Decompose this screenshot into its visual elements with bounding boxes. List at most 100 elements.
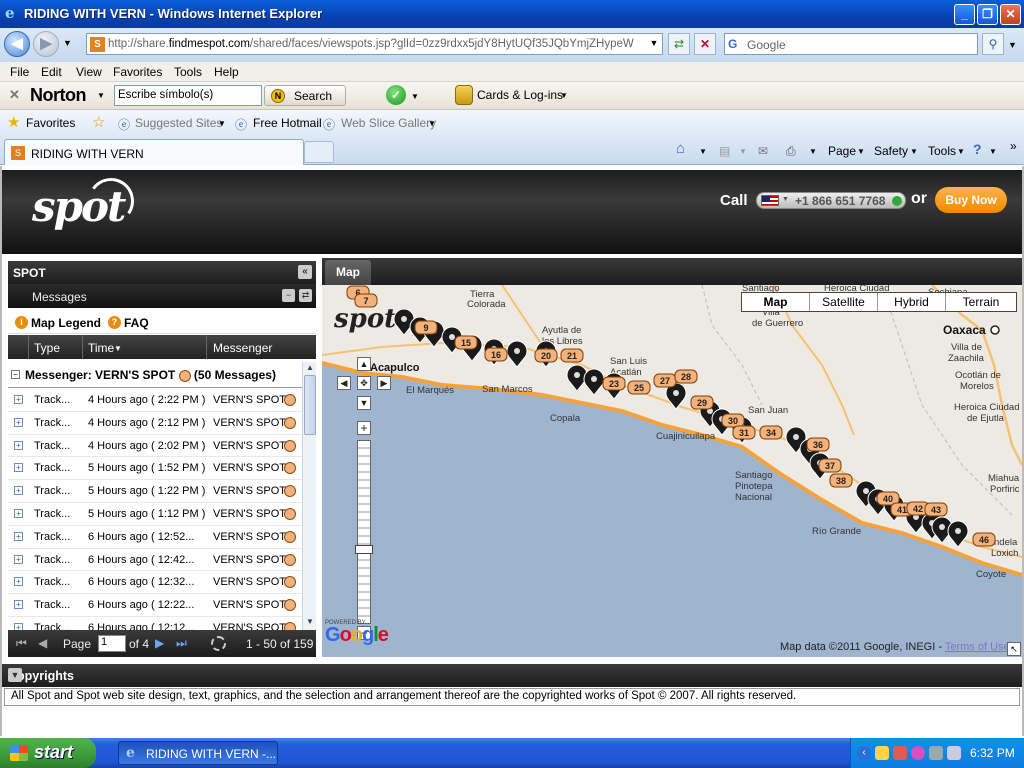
table-row[interactable]: + Track... 4 Hours ago ( 2:02 PM ) VERN'S S… [8,434,302,458]
feeds-icon[interactable]: ▤ [719,144,730,158]
volume-tray-icon[interactable] [929,746,943,760]
google-logo[interactable]: POWERED BY Google [325,620,389,647]
buy-now-button[interactable]: Buy Now [935,187,1007,213]
suggested-sites-link[interactable]: Suggested Sites [135,116,222,130]
taskbar-item-ie[interactable]: e RIDING WITH VERN -... [118,741,278,765]
expand-row-icon[interactable]: + [14,440,23,450]
map-type-map[interactable]: Map [742,293,810,311]
track-marker-label[interactable]: 37 [818,458,842,473]
safety-menu[interactable]: Safety [874,144,908,158]
expand-row-icon[interactable]: + [14,554,23,564]
column-type[interactable]: Type [34,341,60,355]
expand-row-icon[interactable]: + [14,417,23,427]
first-page-icon[interactable]: ⏮ [16,636,27,651]
column-messenger[interactable]: Messenger [213,341,272,355]
track-marker-label[interactable]: 34 [759,425,783,440]
home-icon[interactable]: ⌂ [676,140,685,157]
pan-center-icon[interactable]: ✥ [357,376,371,390]
expand-row-icon[interactable]: + [14,463,23,473]
messenger-tray-icon[interactable] [911,746,925,760]
track-marker-label[interactable]: 16 [484,347,508,362]
track-marker-label[interactable]: 20 [534,348,558,363]
start-button[interactable]: start [0,738,96,768]
table-row[interactable]: + Track... 5 Hours ago ( 1:52 PM ) VERN'S S… [8,457,302,481]
suggested-dropdown-icon[interactable]: ▼ [218,119,226,128]
free-hotmail-link[interactable]: Free Hotmail [253,116,322,130]
track-marker-label[interactable]: 27 [653,373,677,388]
add-favorite-icon[interactable]: ☆ [92,113,105,131]
safe-check-icon[interactable]: ✓ [386,85,406,105]
track-marker-label[interactable]: 15 [454,335,478,350]
stop-icon[interactable]: ✕ [694,33,716,55]
scroll-down-icon[interactable]: ▼ [304,616,316,628]
address-dropdown-icon[interactable]: ▼ [645,33,663,55]
search-input[interactable]: G Google [724,33,978,55]
track-marker-label[interactable]: 28 [674,369,698,384]
norton-tray-icon[interactable] [875,746,889,760]
track-marker-label[interactable]: 21 [560,348,584,363]
page-menu[interactable]: Page [828,144,856,158]
help-dropdown-icon[interactable]: ▼ [989,147,997,156]
pan-up-icon[interactable]: ▲ [357,357,371,371]
spot-logo[interactable]: spot [32,174,138,242]
map-type-satellite[interactable]: Satellite [810,293,878,311]
pan-right-icon[interactable]: ▶ [377,376,391,390]
terms-of-use-link[interactable]: Terms of Use [945,641,1010,653]
scroll-up-icon[interactable]: ▲ [304,362,316,374]
home-dropdown-icon[interactable]: ▼ [699,147,707,156]
menu-tools[interactable]: Tools [174,65,202,79]
track-marker-label[interactable]: 36 [806,437,830,452]
table-row[interactable]: + Track... 4 Hours ago ( 2:22 PM ) VERN'S S… [8,389,302,412]
track-marker-label[interactable]: 38 [829,473,853,488]
phone-number[interactable]: ▼ +1 866 651 7768 [756,192,906,209]
collapse-messages-icon[interactable]: − [282,289,295,302]
track-marker-label[interactable]: 46 [972,532,996,547]
restore-button[interactable]: ❐ [977,4,998,25]
map-type-terrain[interactable]: Terrain [946,293,1016,311]
map-legend-link[interactable]: Map Legend [31,316,101,330]
network-tray-icon[interactable] [947,746,961,760]
page-number-input[interactable]: 1 [98,635,126,652]
tab-map[interactable]: Map [325,260,371,285]
chevron-more-icon[interactable]: » [1010,139,1017,153]
page-dropdown-icon[interactable]: ▼ [857,147,865,156]
messenger-group-row[interactable]: − Messenger: VERN'S SPOT (50 Messages) [8,362,302,388]
refresh-icon[interactable]: ⇄ [668,33,690,55]
track-marker-label[interactable]: 23 [602,376,626,391]
collapse-group-icon[interactable]: − [11,370,20,379]
table-row[interactable]: + Track... 5 Hours ago ( 1:12 PM ) VERN'S S… [8,502,302,526]
expand-row-icon[interactable]: + [14,486,23,496]
tab-riding-with-vern[interactable]: S RIDING WITH VERN [4,139,304,165]
webslice-dropdown-icon[interactable]: ▼ [428,119,436,128]
message-scrollbar[interactable]: ▲ ▼ [302,362,316,630]
norton-dropdown-icon[interactable]: ▼ [97,91,105,100]
zoom-slider-track[interactable] [357,440,371,624]
web-slice-gallery-link[interactable]: Web Slice Gallery [341,116,436,130]
expand-row-icon[interactable]: + [14,395,23,404]
pan-left-icon[interactable]: ◀ [337,376,351,390]
print-dropdown-icon[interactable]: ▼ [809,147,817,156]
symbol-input[interactable]: Escribe símbolo(s) [114,85,262,106]
table-row[interactable]: + Track... 6 Hours ago ( 12:32... VERN'S SP… [8,571,302,595]
new-tab-button[interactable] [304,141,334,163]
mail-icon[interactable]: ✉ [758,144,768,158]
zoom-slider-thumb[interactable] [355,545,373,554]
overview-toggle-icon[interactable]: ↖ [1007,642,1021,656]
table-row[interactable]: + Track... 4 Hours ago ( 2:12 PM ) VERN'S S… [8,411,302,435]
norton-search-button[interactable]: N Search [264,85,346,106]
tray-expand-icon[interactable]: ‹ [857,746,871,760]
expand-row-icon[interactable]: + [14,577,23,587]
track-marker-label[interactable]: 25 [627,380,651,395]
back-button[interactable]: ◀ [4,31,30,57]
track-marker-label[interactable]: 30 [721,413,745,428]
close-button[interactable]: ✕ [1000,4,1021,25]
feeds-dropdown-icon[interactable]: ▼ [739,147,747,156]
faq-link[interactable]: FAQ [124,316,149,330]
table-row[interactable]: + Track... 5 Hours ago ( 1:22 PM ) VERN'S S… [8,480,302,503]
help-icon[interactable]: ? [973,141,982,157]
map-type-hybrid[interactable]: Hybrid [878,293,946,311]
expand-row-icon[interactable]: + [14,531,23,541]
tools-menu[interactable]: Tools [928,144,956,158]
table-row[interactable]: + Track... 6 Hours ago ( 12:42... VERN'S SP… [8,548,302,572]
close-toolbar-icon[interactable]: ✕ [9,87,20,103]
